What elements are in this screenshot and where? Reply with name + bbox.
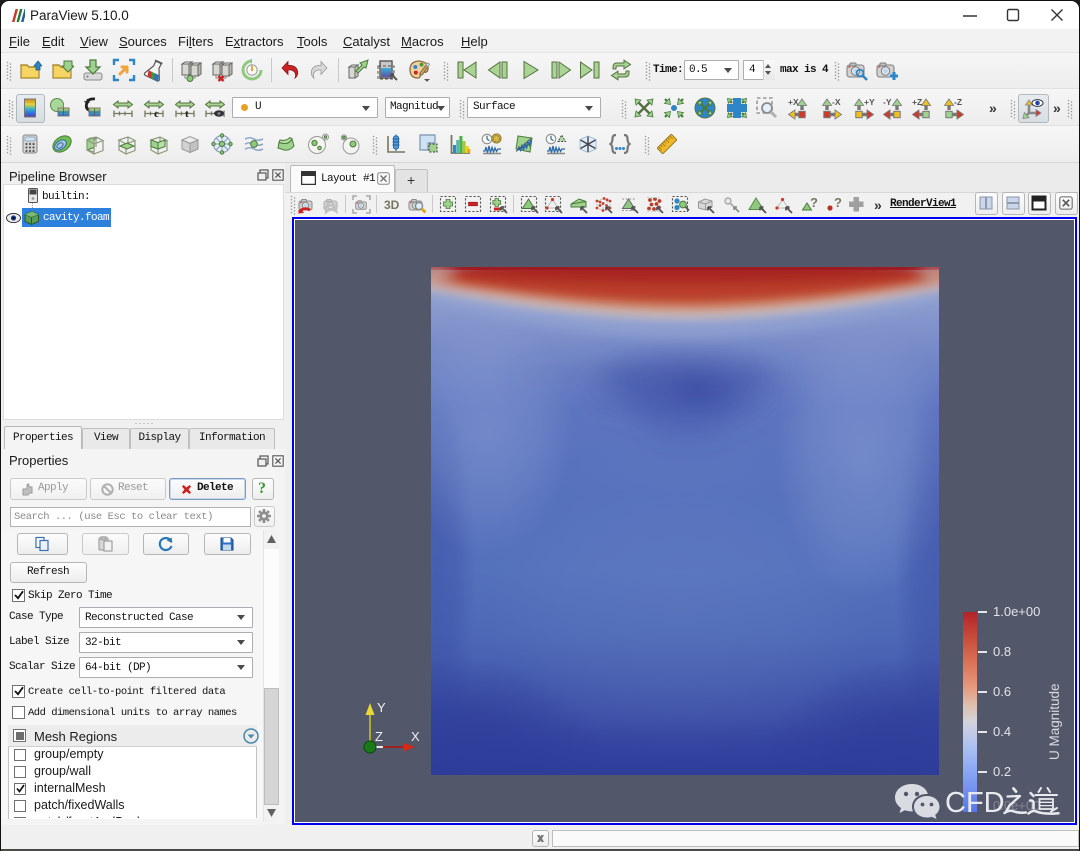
- svg-text:+Y: +Y: [864, 97, 875, 107]
- svg-text:Z: Z: [375, 729, 383, 744]
- svg-text:Y: Y: [377, 700, 386, 715]
- svg-text:c: c: [154, 108, 159, 120]
- svg-text:?: ?: [810, 195, 818, 210]
- svg-text:t: t: [185, 108, 189, 120]
- svg-text:-Y: -Y: [883, 97, 892, 107]
- svg-text:?: ?: [834, 195, 842, 210]
- svg-text:-X: -X: [832, 97, 841, 107]
- svg-text:U Magnitude: U Magnitude: [1047, 683, 1062, 760]
- svg-text:3D: 3D: [384, 198, 400, 212]
- svg-text:+X: +X: [788, 97, 799, 107]
- svg-text:-Z: -Z: [954, 97, 962, 107]
- svg-text:+Z: +Z: [912, 97, 922, 107]
- svg-text:X: X: [411, 729, 420, 744]
